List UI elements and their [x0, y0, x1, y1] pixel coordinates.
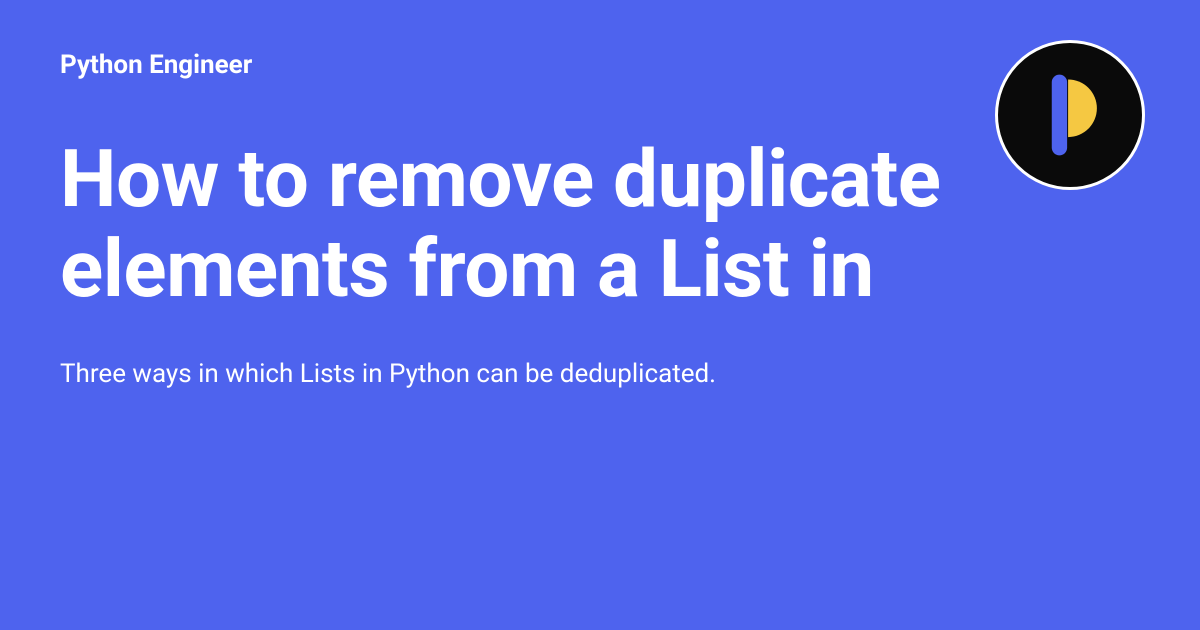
site-name: Python Engineer	[60, 50, 1140, 80]
logo-icon	[995, 40, 1145, 190]
page-title: How to remove duplicate elements from a …	[60, 135, 960, 314]
page-subtitle: Three ways in which Lists in Python can …	[60, 359, 1140, 389]
